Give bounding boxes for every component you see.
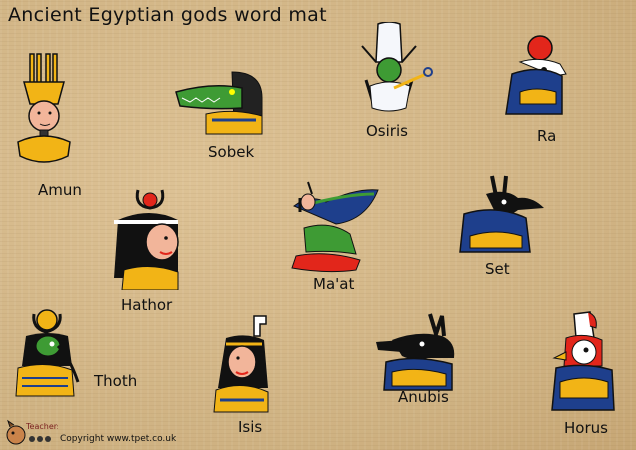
amun-label: Amun: [38, 181, 82, 199]
maat-figure: [286, 180, 380, 274]
ra-figure: [500, 34, 572, 120]
amun-figure: [10, 52, 78, 172]
anubis-figure: [372, 312, 462, 392]
thoth-label: Thoth: [94, 372, 138, 390]
isis-figure: [202, 314, 282, 414]
copyright-text: Copyright www.tpet.co.uk: [60, 434, 177, 444]
osiris-figure: [342, 22, 436, 112]
teachers-logo: Teachers: [4, 413, 61, 449]
osiris-label: Osiris: [366, 122, 408, 140]
anubis-label: Anubis: [398, 388, 449, 406]
sobek-label: Sobek: [208, 143, 255, 161]
svg-text:Teachers: Teachers: [25, 422, 58, 431]
word-mat: Ancient Egyptian gods word mat Amun Sobe…: [0, 0, 636, 450]
hathor-figure: [104, 186, 194, 290]
maat-label: Ma'at: [313, 275, 355, 293]
page-title: Ancient Egyptian gods word mat: [8, 4, 327, 26]
set-label: Set: [485, 260, 510, 278]
horus-label: Horus: [564, 419, 608, 437]
horus-figure: [544, 308, 622, 412]
ra-label: Ra: [537, 127, 557, 145]
hathor-label: Hathor: [121, 296, 173, 314]
thoth-figure: [12, 306, 88, 398]
set-figure: [456, 174, 546, 258]
sobek-figure: [172, 68, 272, 138]
footer: Teachers Copyright www.tpet.co.uk: [4, 413, 304, 449]
